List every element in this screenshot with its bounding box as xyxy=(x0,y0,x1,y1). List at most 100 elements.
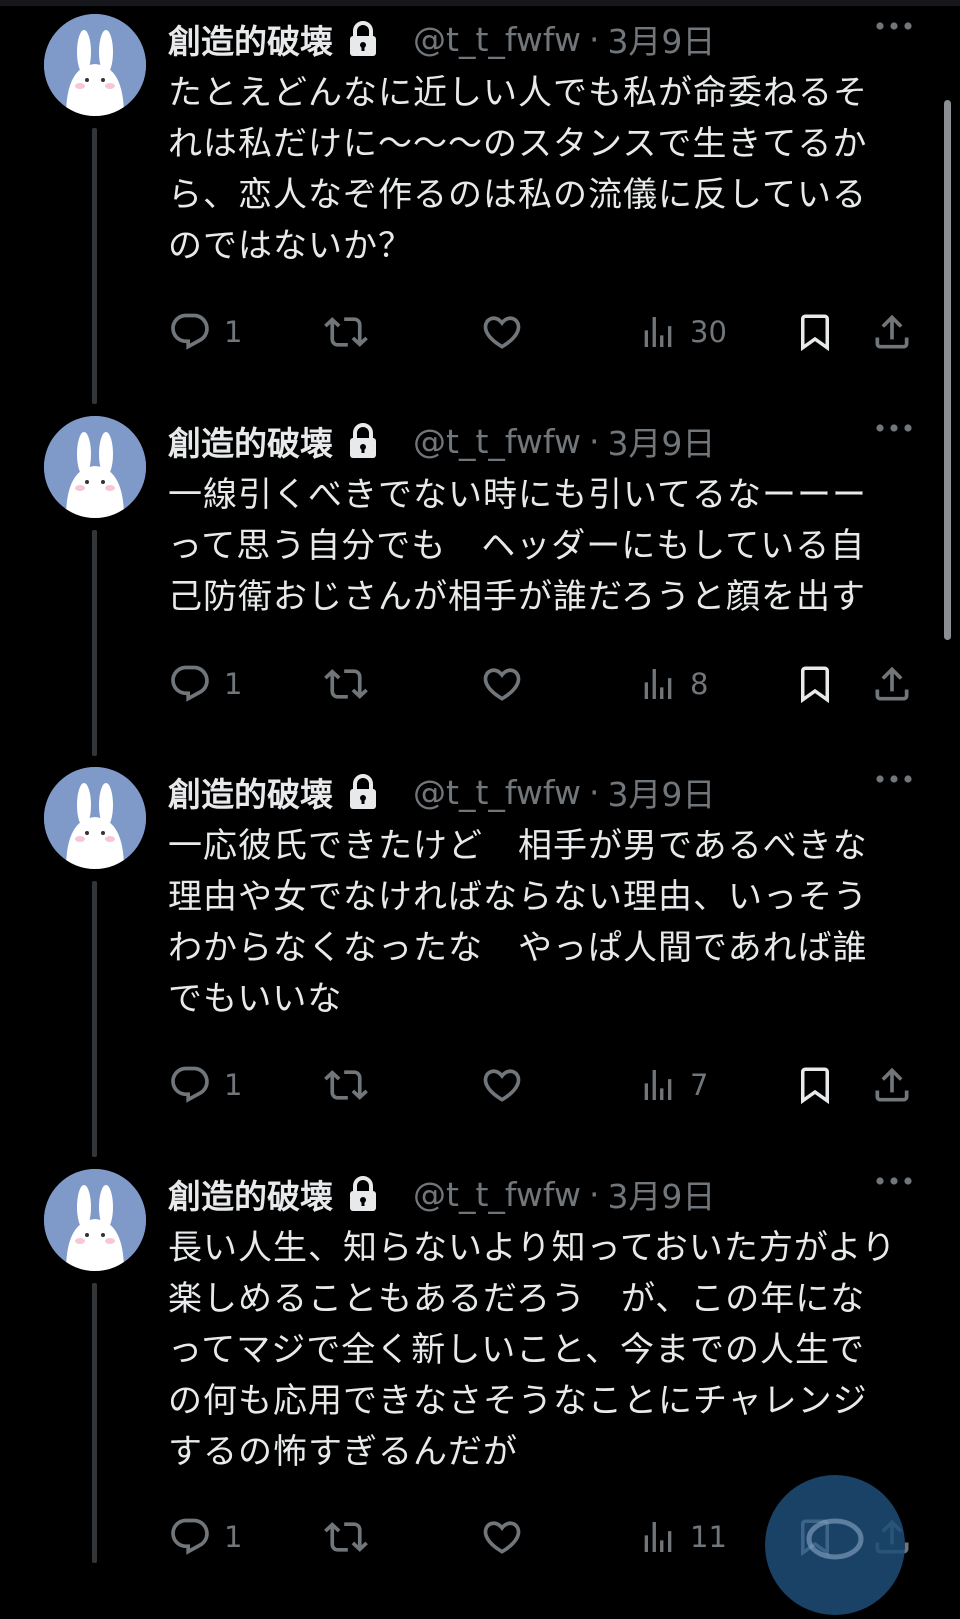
like-button[interactable] xyxy=(480,1061,524,1109)
like-icon xyxy=(483,316,521,349)
repost-icon xyxy=(324,669,368,699)
user-handle[interactable]: @t_t_fwfw xyxy=(413,1175,581,1214)
display-name[interactable]: 創造的破壊 xyxy=(168,417,333,465)
more-icon[interactable] xyxy=(874,418,914,438)
display-name[interactable]: 創造的破壊 xyxy=(168,1170,333,1218)
thread-line xyxy=(92,128,97,404)
like-button[interactable] xyxy=(480,660,524,708)
tweet-text: 一線引くべきでない時にも引いてるなーーーって思う自分でも ヘッダーにもしている自… xyxy=(168,475,867,617)
repost-button[interactable] xyxy=(322,660,370,708)
repost-icon xyxy=(324,317,368,347)
share-button[interactable] xyxy=(870,1061,914,1109)
like-icon xyxy=(483,1521,521,1554)
bookmark-icon xyxy=(801,666,829,704)
views-count: 30 xyxy=(690,315,727,349)
avatar[interactable] xyxy=(44,416,146,518)
reply-count: 1 xyxy=(224,315,243,349)
user-handle[interactable]: @t_t_fwfw xyxy=(413,422,581,461)
bookmark-button[interactable] xyxy=(794,308,836,356)
bookmark-button[interactable] xyxy=(794,660,836,708)
lock-icon xyxy=(347,774,379,810)
tweet[interactable]: 創造的破壊 @t_t_fwfw · 3月9日 一応彼氏できたけど 相手が男である… xyxy=(0,753,960,1157)
views-icon xyxy=(644,669,672,699)
action-bar: 1 8 xyxy=(168,660,928,708)
repost-button[interactable] xyxy=(322,1061,370,1109)
views-count: 7 xyxy=(690,1068,709,1102)
share-button[interactable] xyxy=(870,660,914,708)
tweet-date[interactable]: 3月9日 xyxy=(607,15,715,63)
repost-icon xyxy=(324,1522,368,1552)
repost-button[interactable] xyxy=(322,1513,370,1561)
tweet-header: 創造的破壊 @t_t_fwfw · 3月9日 xyxy=(168,1169,928,1219)
share-button[interactable] xyxy=(870,308,914,356)
views-count: 11 xyxy=(690,1520,727,1554)
bookmark-button[interactable] xyxy=(794,1061,836,1109)
reply-icon xyxy=(171,1066,209,1103)
avatar[interactable] xyxy=(44,1169,146,1271)
rabbit-avatar-icon xyxy=(44,14,146,116)
share-icon xyxy=(875,666,909,701)
repost-button[interactable] xyxy=(322,308,370,356)
views-icon xyxy=(644,1522,672,1552)
tweet-date[interactable]: 3月9日 xyxy=(607,768,715,816)
avatar[interactable] xyxy=(44,767,146,869)
reply-button[interactable]: 1 xyxy=(168,1513,242,1561)
action-bar: 1 30 xyxy=(168,308,928,356)
thread-line xyxy=(92,530,97,756)
views-count: 8 xyxy=(690,667,709,701)
lock-icon xyxy=(347,21,379,57)
tweet-text: 長い人生、知らないより知っておいた方がより楽しめることもあるだろう が、この年に… xyxy=(168,1228,897,1472)
reply-button[interactable]: 1 xyxy=(168,1061,242,1109)
reply-button[interactable]: 1 xyxy=(168,660,242,708)
action-bar: 1 7 xyxy=(168,1061,928,1109)
more-icon[interactable] xyxy=(874,16,914,36)
rabbit-avatar-icon xyxy=(44,767,146,869)
views-button[interactable]: 30 xyxy=(638,308,727,356)
reply-icon xyxy=(171,313,209,350)
share-icon xyxy=(875,314,909,349)
display-name[interactable]: 創造的破壊 xyxy=(168,768,333,816)
avatar[interactable] xyxy=(44,14,146,116)
tweet-date[interactable]: 3月9日 xyxy=(607,417,715,465)
repost-icon xyxy=(324,1070,368,1100)
views-button[interactable]: 11 xyxy=(638,1513,727,1561)
lock-icon xyxy=(347,1176,379,1212)
rabbit-avatar-icon xyxy=(44,416,146,518)
lock-icon xyxy=(347,423,379,459)
bookmark-icon xyxy=(801,1067,829,1105)
scrollbar[interactable] xyxy=(944,100,951,640)
like-icon xyxy=(483,1069,521,1102)
thread-line xyxy=(92,1283,97,1563)
reply-count: 1 xyxy=(224,1520,243,1554)
compose-fab[interactable] xyxy=(765,1475,905,1615)
reply-icon xyxy=(171,1518,209,1555)
tweet-header: 創造的破壊 @t_t_fwfw · 3月9日 xyxy=(168,416,928,466)
separator-dot: · xyxy=(588,772,600,812)
like-button[interactable] xyxy=(480,1513,524,1561)
views-button[interactable]: 8 xyxy=(638,660,708,708)
like-button[interactable] xyxy=(480,308,524,356)
separator-dot: · xyxy=(588,19,600,59)
bookmark-icon xyxy=(801,314,829,352)
separator-dot: · xyxy=(588,1174,600,1214)
user-handle[interactable]: @t_t_fwfw xyxy=(413,773,581,812)
thread-line xyxy=(92,881,97,1157)
views-icon xyxy=(644,1070,672,1100)
views-icon xyxy=(644,317,672,347)
like-icon xyxy=(483,668,521,701)
reply-icon xyxy=(171,665,209,702)
rabbit-avatar-icon xyxy=(44,1169,146,1271)
reply-button[interactable]: 1 xyxy=(168,308,242,356)
separator-dot: · xyxy=(588,421,600,461)
views-button[interactable]: 7 xyxy=(638,1061,708,1109)
more-icon[interactable] xyxy=(874,1171,914,1191)
tweet-text: たとえどんなに近しい人でも私が命委ねるそれは私だけに〜〜〜のスタンスで生きてるか… xyxy=(168,73,868,266)
tweet[interactable]: 創造的破壊 @t_t_fwfw · 3月9日 たとえどんなに近しい人でも私が命委… xyxy=(0,0,960,404)
tweet-header: 創造的破壊 @t_t_fwfw · 3月9日 xyxy=(168,14,928,64)
user-handle[interactable]: @t_t_fwfw xyxy=(413,20,581,59)
tweet-date[interactable]: 3月9日 xyxy=(607,1170,715,1218)
tweet-text: 一応彼氏できたけど 相手が男であるべきな理由や女でなければならない理由、いっそう… xyxy=(168,826,868,1019)
tweet[interactable]: 創造的破壊 @t_t_fwfw · 3月9日 一線引くべきでない時にも引いてるな… xyxy=(0,402,960,756)
display-name[interactable]: 創造的破壊 xyxy=(168,15,333,63)
more-icon[interactable] xyxy=(874,769,914,789)
